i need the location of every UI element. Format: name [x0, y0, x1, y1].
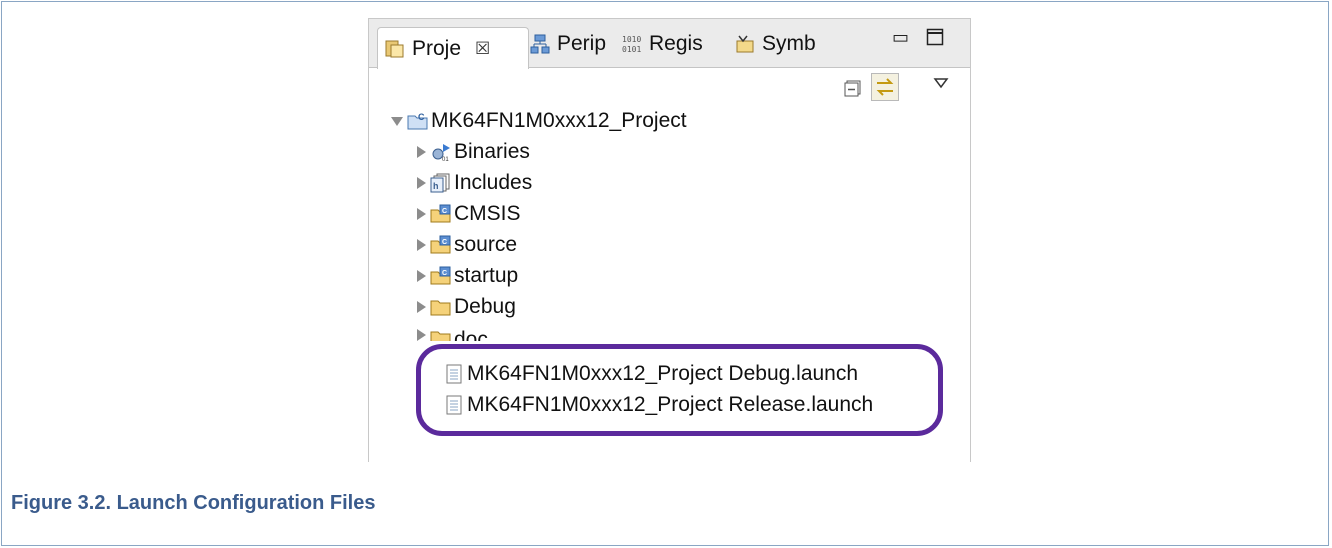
view-tab-bar: Proje ☒ Perip 1010 0101 Regis Symb ▭: [369, 18, 970, 69]
tree-item-label: CMSIS: [454, 202, 521, 225]
project-explorer-panel: Proje ☒ Perip 1010 0101 Regis Symb ▭ C M…: [368, 18, 971, 462]
collapsed-icon[interactable]: [417, 208, 426, 220]
svg-text:C: C: [418, 112, 425, 122]
folder-icon: [430, 297, 452, 317]
tree-item-label: Debug: [454, 295, 516, 318]
folder-icon: [430, 328, 452, 341]
svg-text:0101: 0101: [622, 45, 641, 54]
tab-symbols[interactable]: Symb: [734, 27, 816, 61]
view-menu-icon[interactable]: [933, 76, 949, 94]
includes-icon: h: [430, 173, 452, 193]
symbols-icon: [734, 33, 756, 55]
collapsed-icon[interactable]: [417, 329, 426, 341]
collapsed-icon[interactable]: [417, 270, 426, 282]
collapsed-icon[interactable]: [417, 177, 426, 189]
tab-peripherals[interactable]: Perip: [529, 27, 606, 61]
tree-item-label: source: [454, 233, 518, 256]
tab-label: Proje: [412, 36, 462, 60]
tab-registers[interactable]: 1010 0101 Regis: [621, 27, 703, 61]
tree-project-node[interactable]: C MK64FN1M0xxx12_Project: [391, 106, 687, 136]
tree-item-doc[interactable]: doc: [417, 323, 488, 341]
tree-item-label: doc: [454, 328, 488, 341]
maximize-icon[interactable]: [926, 28, 944, 51]
tree-item-cmsis[interactable]: C CMSIS: [417, 199, 521, 229]
document-frame: Proje ☒ Perip 1010 0101 Regis Symb ▭ C M…: [1, 1, 1329, 546]
tree-item-startup[interactable]: C startup: [417, 261, 518, 291]
link-with-editor-icon[interactable]: [871, 73, 899, 101]
source-folder-icon: C: [430, 204, 452, 224]
tab-project-explorer[interactable]: Proje ☒: [377, 27, 529, 69]
svg-text:C: C: [442, 239, 447, 246]
collapsed-icon[interactable]: [417, 239, 426, 251]
source-folder-icon: C: [430, 266, 452, 286]
svg-text:h: h: [433, 181, 439, 191]
tree-item-source[interactable]: C source: [417, 230, 517, 260]
collapse-all-icon[interactable]: [844, 79, 862, 102]
figure-caption: Figure 3.2. Launch Configuration Files: [11, 492, 376, 514]
svg-text:C: C: [442, 208, 447, 215]
project-icon: C: [407, 111, 429, 131]
peripherals-icon: [529, 33, 551, 55]
registers-icon: 1010 0101: [621, 33, 643, 55]
tree-item-label: startup: [454, 264, 519, 287]
close-icon[interactable]: ☒: [475, 39, 490, 59]
project-name: MK64FN1M0xxx12_Project: [431, 109, 687, 132]
tab-label: Regis: [649, 32, 703, 55]
tree-item-debug[interactable]: Debug: [417, 292, 516, 322]
tree-item-binaries[interactable]: 01 Binaries: [417, 137, 530, 167]
collapsed-icon[interactable]: [417, 301, 426, 313]
view-toolbar: [369, 70, 970, 106]
expand-icon[interactable]: [391, 116, 403, 126]
launch-files-highlight: [416, 344, 943, 436]
svg-text:01: 01: [442, 157, 449, 162]
source-folder-icon: C: [430, 235, 452, 255]
tab-label: Symb: [762, 32, 816, 55]
minimize-icon[interactable]: ▭: [892, 27, 909, 48]
tab-label: Perip: [557, 32, 607, 55]
svg-text:1010: 1010: [622, 35, 641, 44]
collapsed-icon[interactable]: [417, 146, 426, 158]
tree-item-label: Binaries: [454, 140, 530, 163]
svg-text:C: C: [442, 270, 447, 277]
project-explorer-icon: [384, 38, 406, 60]
tree-item-label: Includes: [454, 171, 533, 194]
binaries-icon: 01: [430, 142, 452, 163]
tree-item-includes[interactable]: h Includes: [417, 168, 532, 198]
